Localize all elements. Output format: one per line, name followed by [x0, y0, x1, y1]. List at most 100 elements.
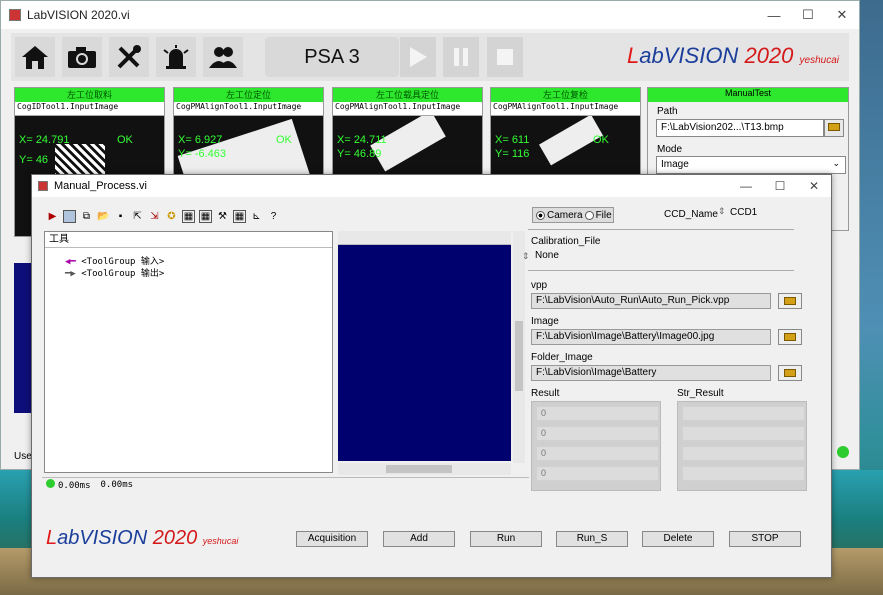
status-dot: [46, 478, 55, 488]
tree-tab[interactable]: 工具: [45, 232, 332, 248]
manual-process-dialog: Manual_Process.vi — ☐ ✕ ▶ ⧉ 📂 ▪ ⇱ ⇲ ✪ ▦ …: [31, 174, 832, 578]
home-icon: [22, 46, 48, 69]
maximize-icon[interactable]: ☐: [791, 1, 825, 29]
settings-button[interactable]: [109, 37, 149, 77]
tool-selector[interactable]: CogPMAlignTool1.InputImage: [333, 102, 482, 116]
calibration-label: Calibration_File: [531, 236, 601, 247]
folder-image-label: Folder_Image: [531, 352, 593, 363]
tool-selector[interactable]: CogPMAlignTool1.InputImage: [491, 102, 640, 116]
open-icon[interactable]: 📂: [97, 210, 110, 223]
source-selector: Camera File: [532, 207, 614, 223]
folder-icon: [784, 297, 796, 305]
stop-button[interactable]: STOP: [729, 531, 801, 547]
vpp-field[interactable]: F:\LabVision\Auto_Run\Auto_Run_Pick.vpp: [531, 293, 771, 309]
calibration-spinner[interactable]: ⇕: [522, 251, 530, 262]
users-icon: [209, 47, 237, 68]
panel-header: 左工位复检: [491, 88, 640, 102]
str-result-value: [681, 405, 806, 422]
hscroll-thumb[interactable]: [386, 465, 452, 473]
dialog-close-icon[interactable]: ✕: [797, 175, 831, 197]
file-radio[interactable]: [584, 210, 594, 220]
wizard-icon[interactable]: ✪: [165, 210, 178, 223]
table-icon-1[interactable]: ▦: [182, 209, 195, 223]
result-value: 0: [535, 405, 660, 422]
copy-icon[interactable]: ⧉: [80, 210, 93, 223]
app-icon: [9, 9, 21, 21]
folder-browse-button[interactable]: [778, 365, 802, 381]
dialog-brand-logo: LabVISION 2020 yeshucai: [46, 527, 239, 549]
mode-label: Mode: [657, 144, 683, 155]
acquisition-button[interactable]: Acquisition: [296, 531, 368, 547]
main-titlebar: LabVISION 2020.vi — ☐ ✕: [1, 1, 859, 29]
run-icon[interactable]: ▶: [46, 210, 59, 223]
run-button[interactable]: Run: [470, 531, 542, 547]
pause-button[interactable]: [443, 37, 479, 77]
ruler-icon[interactable]: ⊾: [250, 210, 263, 223]
dialog-minimize-icon[interactable]: —: [729, 175, 763, 197]
home-button[interactable]: [15, 37, 55, 77]
play-button[interactable]: [400, 37, 436, 77]
main-toolbar: PSA 3 LabVISION 2020 yeshucai: [11, 33, 849, 81]
horizontal-scrollbar[interactable]: [338, 463, 511, 475]
tree-item-output[interactable]: ━▶ <ToolGroup 输出>: [65, 266, 164, 279]
result-value: 0: [535, 465, 660, 482]
folder-image-field[interactable]: F:\LabVision\Image\Battery: [531, 365, 771, 381]
camera-radio[interactable]: [536, 210, 545, 220]
alarm-icon: [163, 45, 189, 69]
ccd-name-field[interactable]: CCD1: [726, 206, 804, 222]
divider: [528, 229, 794, 230]
ccd-spinner[interactable]: ⇕: [718, 206, 726, 217]
help-icon[interactable]: ?: [267, 210, 280, 223]
table-icon-3[interactable]: ▦: [233, 209, 246, 223]
image-browse-button[interactable]: [778, 329, 802, 345]
dialog-titlebar: Manual_Process.vi — ☐ ✕: [32, 175, 831, 197]
alarm-button[interactable]: [156, 37, 196, 77]
camera-button[interactable]: [62, 37, 102, 77]
run-s-button[interactable]: Run_S: [556, 531, 628, 547]
close-icon[interactable]: ✕: [825, 1, 859, 29]
vision-toolbar: ▶ ⧉ 📂 ▪ ⇱ ⇲ ✪ ▦ ▦ ⚒ ▦ ⊾ ?: [42, 206, 529, 226]
status-indicator: [837, 446, 849, 458]
result-value: 0: [535, 425, 660, 442]
browse-path-button[interactable]: [824, 119, 844, 137]
manual-test-header: ManualTest: [648, 88, 848, 102]
add-button[interactable]: Add: [383, 531, 455, 547]
vpp-browse-button[interactable]: [778, 293, 802, 309]
dialog-app-icon: [38, 181, 48, 191]
calibration-field[interactable]: None: [531, 249, 803, 265]
ccd-name-label: CCD_Name: [664, 209, 718, 220]
result-label: Result: [531, 388, 560, 399]
divider: [528, 270, 794, 271]
pause-icon: [454, 48, 468, 66]
export-icon[interactable]: ⇱: [131, 210, 144, 223]
tool-tree: 工具 ◀━ <ToolGroup 输入> ━▶ <ToolGroup 输出>: [44, 231, 333, 473]
delete-button[interactable]: Delete: [642, 531, 714, 547]
tool-selector[interactable]: CogPMAlignTool1.InputImage: [174, 102, 323, 116]
path-field[interactable]: F:\LabVision202...\T13.bmp: [656, 119, 824, 137]
panel-header: 左工位定位: [174, 88, 323, 102]
table-icon-2[interactable]: ▦: [199, 209, 212, 223]
settings-panel: Camera File CCD_Name ⇕ CCD1 Calibration_…: [520, 200, 807, 500]
dialog-maximize-icon[interactable]: ☐: [763, 175, 797, 197]
tools-small-icon[interactable]: ⚒: [216, 210, 229, 223]
image-icon[interactable]: [63, 209, 76, 223]
path-label: Path: [657, 106, 678, 117]
play-icon: [410, 47, 427, 67]
image-label: Image: [531, 316, 559, 327]
chevron-down-icon: ⌄: [832, 158, 840, 168]
mode-select[interactable]: Image: [656, 156, 846, 174]
main-window-title: LabVISION 2020.vi: [27, 8, 130, 22]
image-display-header: [338, 231, 511, 245]
minimize-icon[interactable]: —: [757, 1, 791, 29]
image-field[interactable]: F:\LabVision\Image\Battery\Image00.jpg: [531, 329, 771, 345]
tool-selector[interactable]: CogIDTool1.InputImage: [15, 102, 164, 116]
save-icon[interactable]: ▪: [114, 210, 127, 223]
users-button[interactable]: [203, 37, 243, 77]
panel-header: 左工位载具定位: [333, 88, 482, 102]
str-result-value: [681, 445, 806, 462]
arrow-right-icon: ━▶: [65, 269, 76, 279]
import-icon[interactable]: ⇲: [148, 210, 161, 223]
stop-button-main[interactable]: [487, 37, 523, 77]
str-result-value: [681, 465, 806, 482]
result-value: 0: [535, 445, 660, 462]
